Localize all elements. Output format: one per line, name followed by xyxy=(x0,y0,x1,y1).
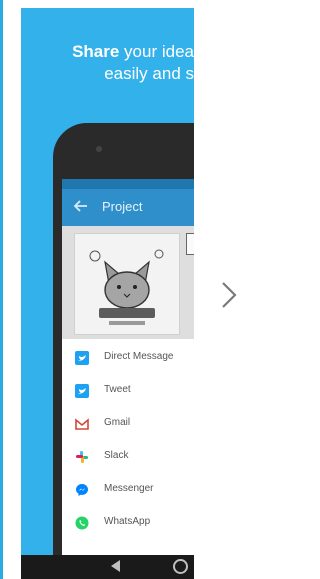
messenger-icon xyxy=(76,484,88,496)
project-thumbnail[interactable] xyxy=(74,233,180,335)
secondary-thumbnail[interactable] xyxy=(186,233,194,255)
promo-headline: Share your idea easily and s xyxy=(21,41,194,85)
twitter-icon xyxy=(75,351,89,365)
back-arrow-svg xyxy=(73,200,87,212)
share-label: Slack xyxy=(104,450,129,461)
share-item-messenger[interactable]: Messenger xyxy=(62,475,194,507)
headline-rest: your idea xyxy=(119,42,194,61)
card-gap xyxy=(3,0,21,579)
share-label: Messenger xyxy=(104,483,154,494)
phone-mockup: Project Direct Message Tweet Gmail Slack… xyxy=(53,123,194,579)
app-bar: Project xyxy=(62,189,194,226)
headline-line2: easily and s xyxy=(104,64,194,83)
twitter-icon xyxy=(75,384,89,398)
phone-nav-bar xyxy=(21,555,194,579)
slack-icon xyxy=(76,451,88,463)
share-label: Direct Message xyxy=(104,351,174,362)
share-label: WhatsApp xyxy=(104,516,151,527)
share-item-direct-message[interactable]: Direct Message xyxy=(62,343,194,375)
phone-screen: Project Direct Message Tweet Gmail Slack… xyxy=(62,179,194,579)
screenshot-card[interactable]: Share your idea easily and s Project Dir… xyxy=(21,8,194,579)
cat-illustration xyxy=(89,249,164,325)
share-item-gmail[interactable]: Gmail xyxy=(62,409,194,441)
share-label: Tweet xyxy=(104,384,131,395)
back-arrow-icon[interactable] xyxy=(73,198,91,216)
status-bar xyxy=(62,179,194,189)
share-label: Gmail xyxy=(104,417,131,428)
nav-home-icon[interactable] xyxy=(173,559,188,574)
share-item-tweet[interactable]: Tweet xyxy=(62,376,194,408)
gmail-icon xyxy=(75,418,89,430)
whatsapp-icon xyxy=(75,516,89,530)
share-item-whatsapp[interactable]: WhatsApp xyxy=(62,508,194,540)
nav-back-icon[interactable] xyxy=(111,560,120,572)
app-title: Project xyxy=(102,199,143,214)
share-sheet: Direct Message Tweet Gmail Slack Messeng… xyxy=(62,339,194,579)
next-screenshot-button[interactable] xyxy=(216,280,242,310)
headline-bold: Share xyxy=(72,42,120,61)
project-preview xyxy=(62,226,194,339)
chevron-right-icon xyxy=(222,282,237,308)
share-item-slack[interactable]: Slack xyxy=(62,442,194,474)
phone-camera xyxy=(96,146,102,152)
